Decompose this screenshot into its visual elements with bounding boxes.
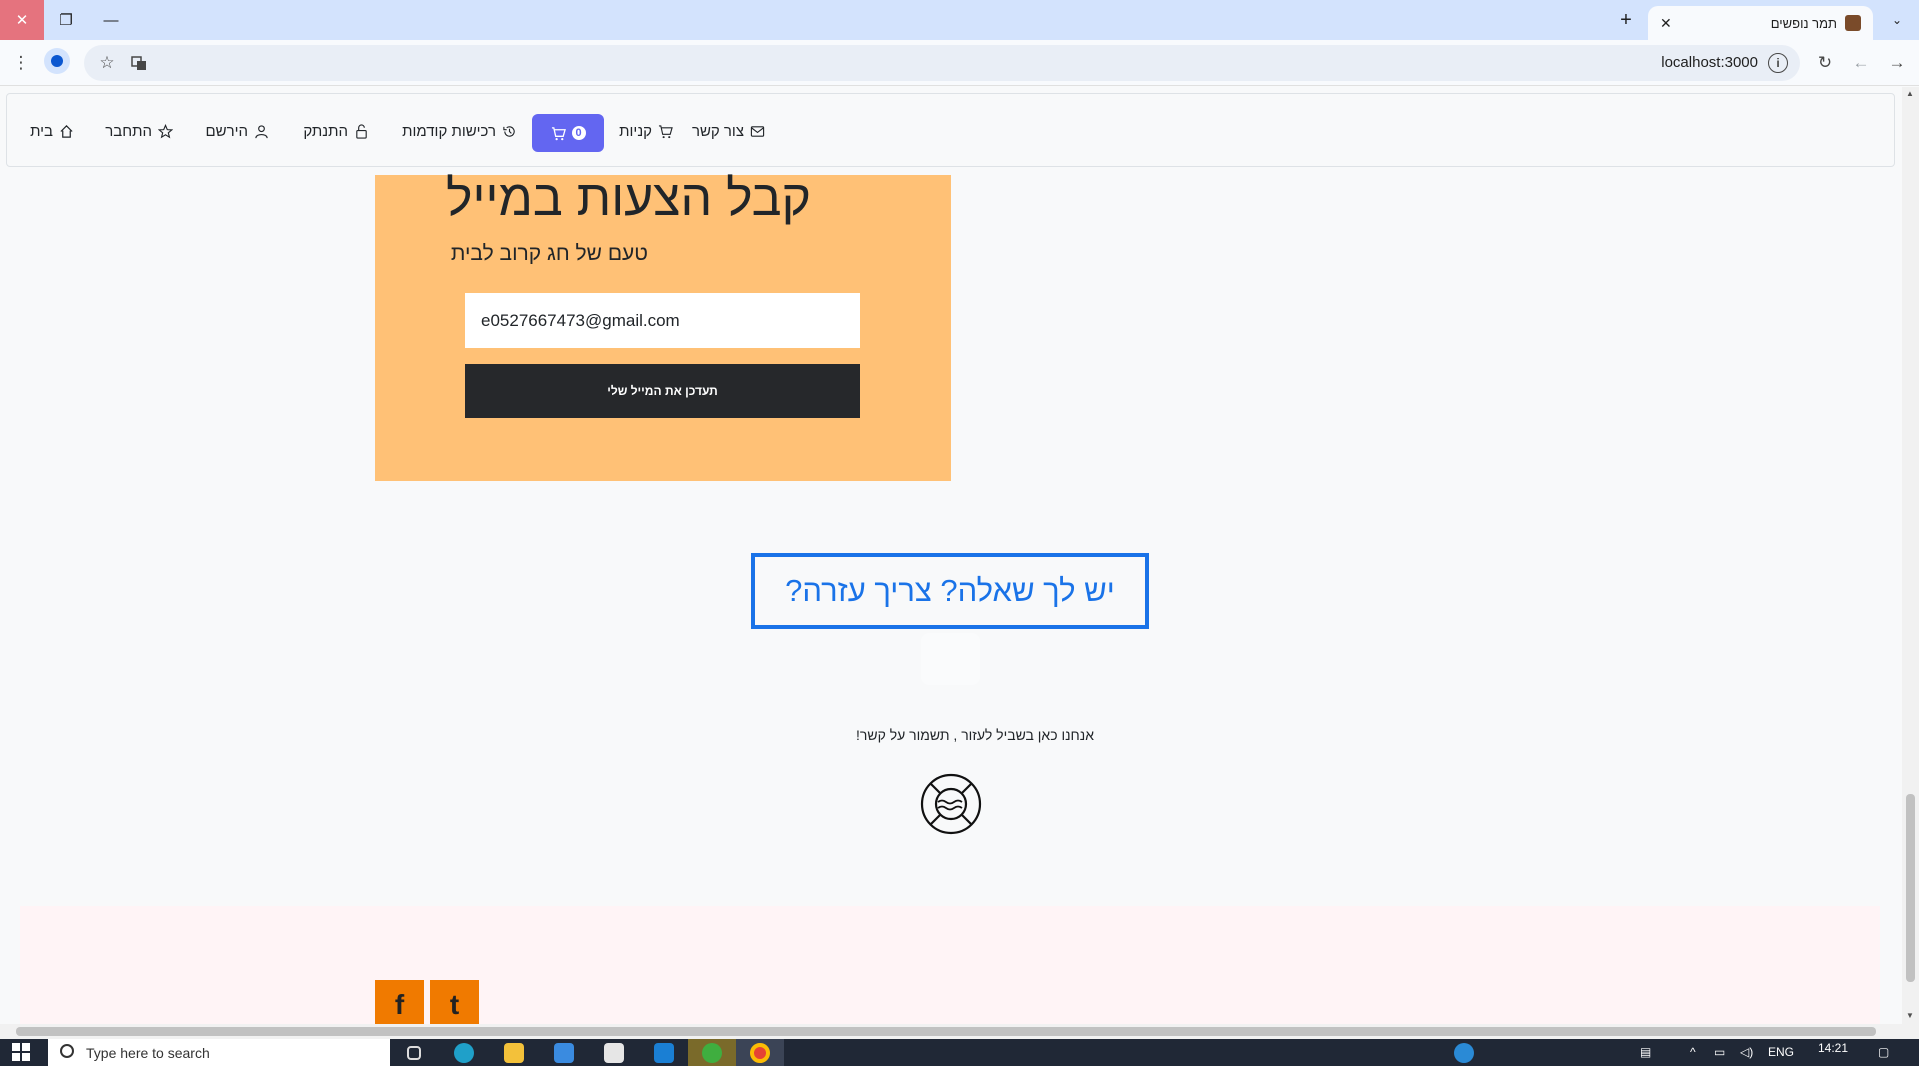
site-footer: f t bbox=[20, 906, 1880, 1039]
horizontal-scrollbar[interactable] bbox=[0, 1024, 1902, 1039]
history-icon bbox=[503, 125, 515, 137]
store-icon[interactable] bbox=[540, 1039, 588, 1066]
facebook-icon: f bbox=[394, 988, 405, 1020]
language-indicator[interactable]: ENG bbox=[1768, 1045, 1794, 1059]
window-restore-button[interactable]: ❐ bbox=[44, 0, 88, 40]
new-tab-button[interactable]: + bbox=[1612, 8, 1640, 32]
horizontal-scroll-thumb[interactable] bbox=[16, 1027, 1876, 1036]
scroll-down-icon[interactable]: ▼ bbox=[1906, 1011, 1914, 1020]
user-icon bbox=[255, 124, 268, 138]
chrome-icon[interactable] bbox=[736, 1039, 784, 1066]
translate-icon[interactable] bbox=[124, 48, 154, 78]
volume-icon[interactable]: ◁) bbox=[1740, 1045, 1753, 1059]
help-heading: ?יש לך שאלה? צריך עזרה bbox=[785, 573, 1115, 608]
scroll-up-icon[interactable]: ▲ bbox=[1906, 89, 1914, 98]
nav-register[interactable]: הירשם bbox=[205, 94, 269, 168]
bookmark-star-icon[interactable]: ☆ bbox=[92, 48, 122, 78]
nav-logout[interactable]: התנתק bbox=[303, 94, 369, 168]
site-info-icon[interactable]: i bbox=[1768, 53, 1788, 73]
unlock-icon bbox=[356, 123, 367, 139]
edge-icon[interactable] bbox=[440, 1039, 488, 1066]
task-view-icon[interactable] bbox=[390, 1039, 438, 1066]
search-icon bbox=[60, 1044, 74, 1058]
nav-home[interactable]: בית bbox=[30, 94, 74, 168]
network-icon[interactable]: ▭ bbox=[1714, 1045, 1725, 1059]
favicon-icon bbox=[1845, 15, 1861, 31]
window-close-button[interactable]: ✕ bbox=[0, 0, 44, 40]
help-icon[interactable] bbox=[1440, 1039, 1488, 1066]
nav-contact[interactable]: צור קשר bbox=[692, 94, 765, 168]
browser-tabstrip: ✕ ❐ — + ✕ תמר נופשים ⌄ bbox=[0, 0, 1919, 40]
news-icon[interactable]: ▤ bbox=[1640, 1045, 1651, 1059]
site-navbar: בית התחבר הירשם התנתק רכישות קודמות 0 קנ… bbox=[6, 93, 1895, 167]
cart-button[interactable]: 0 bbox=[532, 114, 604, 152]
browser-tab[interactable]: ✕ תמר נופשים bbox=[1648, 6, 1873, 40]
notifications-icon[interactable]: ▢ bbox=[1878, 1045, 1889, 1059]
url-text[interactable]: localhost:3000 bbox=[1661, 54, 1758, 71]
tab-title: תמר נופשים bbox=[1770, 15, 1837, 31]
green-app-icon[interactable] bbox=[688, 1039, 736, 1066]
profile-icon[interactable] bbox=[44, 48, 70, 74]
windows-taskbar: Type here to search ▤ ^ ▭ ◁) ENG 14:21 ▢ bbox=[0, 1039, 1919, 1066]
nav-register-label: הירשם bbox=[205, 122, 248, 140]
nav-purchases[interactable]: קניות bbox=[619, 94, 673, 168]
mail-icon[interactable] bbox=[590, 1039, 638, 1066]
forward-arrow-icon[interactable]: → bbox=[1882, 48, 1912, 78]
browser-menu-icon[interactable]: ⋮ bbox=[6, 48, 36, 78]
star-icon bbox=[158, 123, 173, 138]
nav-purchases-label: קניות bbox=[619, 122, 652, 140]
tab-search-button[interactable]: ⌄ bbox=[1882, 6, 1912, 34]
newsletter-subtitle: טעם של חג קרוב לבית bbox=[450, 242, 648, 265]
browser-toolbar: ⋮ ☆ localhost:3000 i ↻ ← → bbox=[0, 40, 1919, 86]
window-minimize-button[interactable]: — bbox=[89, 0, 133, 40]
reload-icon[interactable]: ↻ bbox=[1810, 48, 1840, 78]
cart-icon bbox=[658, 124, 673, 138]
nav-contact-label: צור קשר bbox=[691, 122, 744, 140]
help-decorative-box bbox=[921, 633, 980, 685]
lifebuoy-icon bbox=[920, 773, 982, 835]
file-explorer-icon[interactable] bbox=[490, 1039, 538, 1066]
clock-time[interactable]: 14:21 bbox=[1818, 1041, 1848, 1055]
help-text: !אנחנו כאן בשביל לעזור , תשמור על קשר bbox=[855, 727, 1094, 743]
taskbar-search-placeholder: Type here to search bbox=[86, 1044, 210, 1061]
facebook-button[interactable]: f bbox=[375, 980, 424, 1029]
nav-previous-orders-label: רכישות קודמות bbox=[402, 122, 496, 140]
tray-chevron-icon[interactable]: ^ bbox=[1690, 1045, 1696, 1059]
help-heading-box: ?יש לך שאלה? צריך עזרה bbox=[751, 553, 1149, 629]
nav-home-label: בית bbox=[30, 122, 53, 140]
cart-count-badge: 0 bbox=[571, 126, 586, 140]
nav-login-label: התחבר bbox=[105, 122, 152, 140]
cart-icon bbox=[551, 126, 566, 140]
back-arrow-icon[interactable]: ← bbox=[1846, 48, 1876, 78]
newsletter-submit-button[interactable]: תעדכן את המייל שלי bbox=[465, 364, 860, 418]
newsletter-section: קבל הצעות במייל טעם של חג קרוב לבית תעדכ… bbox=[375, 170, 951, 481]
nav-logout-label: התנתק bbox=[303, 122, 348, 140]
address-bar[interactable]: ☆ localhost:3000 i bbox=[84, 45, 1800, 81]
vertical-scrollbar[interactable]: ▲ ▼ bbox=[1902, 87, 1919, 1039]
twitter-button[interactable]: t bbox=[430, 980, 479, 1029]
newsletter-email-input[interactable] bbox=[465, 293, 860, 348]
newsletter-title: קבל הצעות במייל bbox=[446, 170, 811, 226]
nav-previous-orders[interactable]: רכישות קודמות bbox=[402, 94, 517, 168]
page-viewport: בית התחבר הירשם התנתק רכישות קודמות 0 קנ… bbox=[0, 87, 1919, 1039]
windows-start-icon[interactable] bbox=[12, 1043, 30, 1061]
vscode-icon[interactable] bbox=[640, 1039, 688, 1066]
twitter-icon: t bbox=[449, 988, 460, 1020]
envelope-icon bbox=[750, 125, 765, 137]
tab-close-icon[interactable]: ✕ bbox=[1660, 15, 1672, 32]
home-icon bbox=[60, 124, 73, 138]
taskbar-search[interactable]: Type here to search bbox=[48, 1039, 390, 1066]
vertical-scroll-thumb[interactable] bbox=[1906, 794, 1915, 982]
nav-login[interactable]: התחבר bbox=[105, 94, 173, 168]
